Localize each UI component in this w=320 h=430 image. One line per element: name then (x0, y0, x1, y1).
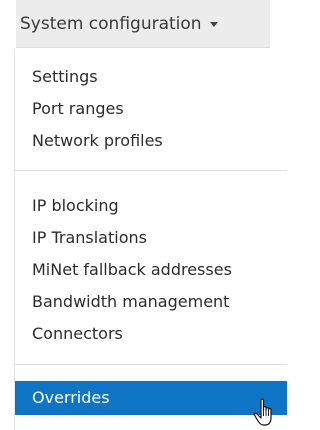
menu-divider (15, 170, 287, 171)
menu-item-network-profiles[interactable]: Network profiles (32, 128, 163, 154)
menu-item-minet-fallback-addresses[interactable]: MiNet fallback addresses (32, 257, 232, 283)
system-configuration-dropdown: Settings Port ranges Network profiles IP… (14, 49, 287, 430)
menu-item-overrides[interactable]: Overrides (15, 381, 287, 415)
caret-down-icon (209, 22, 218, 27)
menu-item-bandwidth-management[interactable]: Bandwidth management (32, 289, 229, 315)
menu-item-port-ranges[interactable]: Port ranges (32, 96, 124, 122)
menu-item-ip-translations[interactable]: IP Translations (32, 225, 147, 251)
page: System configuration Settings Port range… (0, 0, 287, 430)
menu-trigger-label: System configuration (20, 13, 202, 34)
menu-item-ip-blocking[interactable]: IP blocking (32, 193, 119, 219)
menu-divider (15, 364, 287, 365)
menu-item-settings[interactable]: Settings (32, 64, 98, 90)
menu-item-connectors[interactable]: Connectors (32, 321, 123, 347)
system-configuration-menu-button[interactable]: System configuration (16, 0, 270, 48)
